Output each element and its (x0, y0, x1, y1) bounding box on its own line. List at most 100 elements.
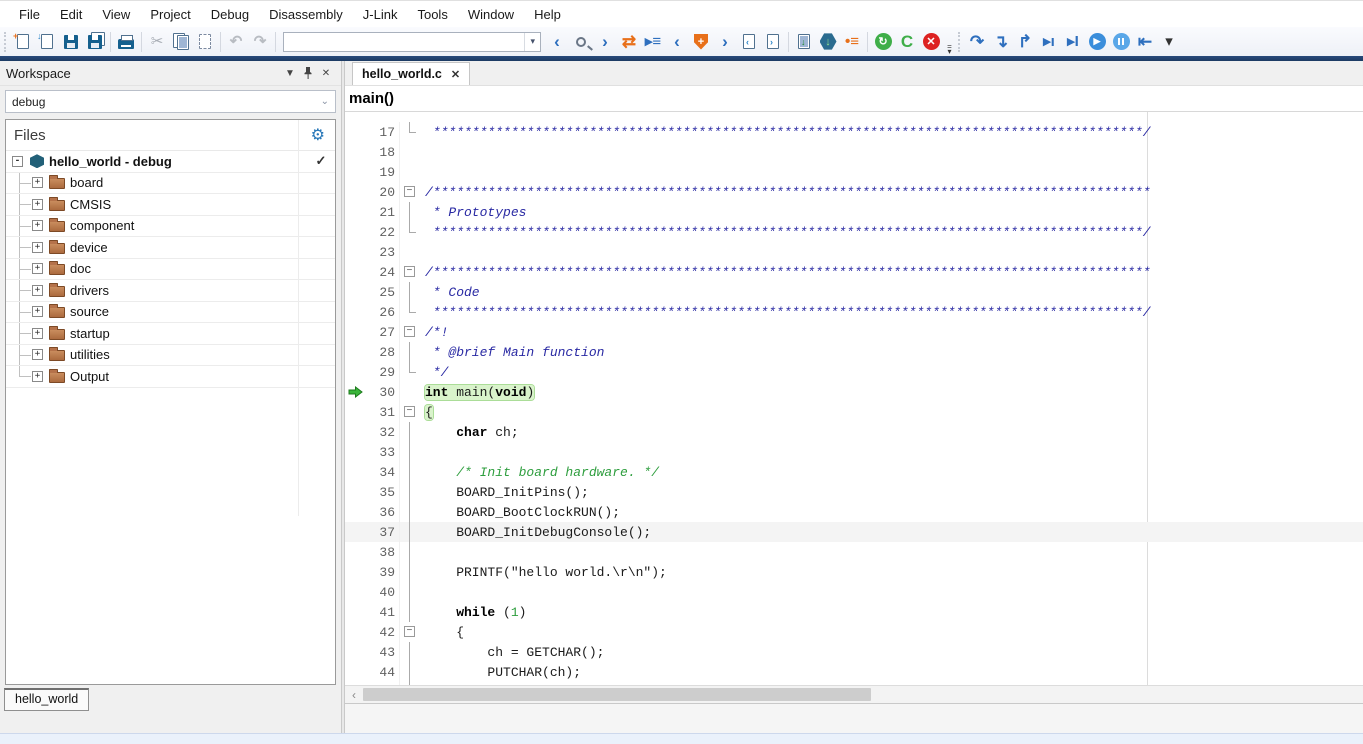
menu-j-link[interactable]: J-Link (354, 4, 407, 25)
breakpoint-margin[interactable] (345, 262, 365, 282)
fold-margin[interactable] (399, 202, 421, 222)
breakpoint-margin[interactable] (345, 162, 365, 182)
tree-row-source[interactable]: +source (6, 302, 335, 324)
fold-margin[interactable] (399, 442, 421, 462)
fold-margin[interactable] (399, 382, 421, 402)
tree-expand-icon[interactable]: + (32, 177, 43, 188)
tree-expand-icon[interactable]: + (32, 349, 43, 360)
fold-margin[interactable]: − (399, 182, 421, 202)
navigate-forward-icon[interactable]: › (593, 30, 617, 54)
fold-margin[interactable]: − (399, 262, 421, 282)
panel-close-icon[interactable]: ✕ (317, 65, 335, 81)
breakpoint-margin[interactable] (345, 142, 365, 162)
make-icon[interactable]: ↻ (871, 30, 895, 54)
breakpoint-margin[interactable] (345, 342, 365, 362)
fold-margin[interactable] (399, 662, 421, 682)
breakpoint-margin[interactable] (345, 422, 365, 442)
fold-margin[interactable] (399, 502, 421, 522)
fold-margin[interactable] (399, 122, 421, 142)
gear-icon[interactable]: ⚙ (311, 125, 335, 145)
previous-bookmark-icon[interactable]: ‹ (665, 30, 689, 54)
code-editor[interactable]: 17 *************************************… (345, 112, 1363, 685)
menu-project[interactable]: Project (141, 4, 199, 25)
fold-margin[interactable] (399, 582, 421, 602)
fold-margin[interactable] (399, 342, 421, 362)
breakpoint-margin[interactable] (345, 642, 365, 662)
call-stack-list-icon[interactable]: •≡ (840, 30, 864, 54)
fold-margin[interactable] (399, 482, 421, 502)
open-document-icon[interactable]: ↓ (35, 30, 59, 54)
tree-expand-icon[interactable]: + (32, 199, 43, 210)
fold-margin[interactable]: − (399, 322, 421, 342)
break-pause-icon[interactable] (1109, 30, 1133, 54)
fold-margin[interactable] (399, 362, 421, 382)
horizontal-scrollbar[interactable]: ‹ (345, 685, 1363, 703)
tree-expand-icon[interactable]: + (32, 242, 43, 253)
undo-icon[interactable]: ↶ (224, 30, 248, 54)
cut-icon[interactable]: ✂ (145, 30, 169, 54)
next-document-icon[interactable]: › (761, 30, 785, 54)
fold-margin[interactable] (399, 542, 421, 562)
menu-window[interactable]: Window (459, 4, 523, 25)
tree-row-utilities[interactable]: +utilities (6, 345, 335, 367)
breakpoint-margin[interactable] (345, 122, 365, 142)
tree-row-project[interactable]: -hello_world - debug✓ (6, 151, 335, 173)
workspace-tab-hello-world[interactable]: hello_world (4, 688, 89, 711)
tree-row-doc[interactable]: +doc (6, 259, 335, 281)
toolbar-overflow-icon[interactable]: =▾ (943, 30, 956, 54)
breakpoint-margin[interactable] (345, 482, 365, 502)
breakpoint-margin[interactable] (345, 662, 365, 682)
download-and-debug-icon[interactable]: ↓ (816, 30, 840, 54)
step-over-icon[interactable]: ↷ (965, 30, 989, 54)
menu-tools[interactable]: Tools (408, 4, 456, 25)
fold-margin[interactable] (399, 162, 421, 182)
editor-tab-hello-world-c[interactable]: hello_world.c ✕ (352, 62, 470, 85)
tree-row-device[interactable]: +device (6, 237, 335, 259)
paste-icon[interactable] (193, 30, 217, 54)
tree-expand-icon[interactable]: + (32, 220, 43, 231)
tree-row-output[interactable]: +Output (6, 366, 335, 388)
breakpoint-margin[interactable] (345, 182, 365, 202)
menu-disassembly[interactable]: Disassembly (260, 4, 352, 25)
breakpoint-margin[interactable] (345, 602, 365, 622)
next-statement-icon[interactable]: ▸ı (1037, 30, 1061, 54)
breakpoint-margin[interactable] (345, 562, 365, 582)
menu-edit[interactable]: Edit (51, 4, 91, 25)
fold-collapse-icon[interactable]: − (404, 626, 415, 637)
tree-row-component[interactable]: +component (6, 216, 335, 238)
fold-margin[interactable] (399, 302, 421, 322)
breakpoint-margin[interactable] (345, 542, 365, 562)
panel-dropdown-icon[interactable]: ▼ (281, 65, 299, 81)
breakpoint-margin[interactable] (345, 282, 365, 302)
panel-pin-icon[interactable] (299, 65, 317, 81)
find-combobox[interactable]: ▾ (283, 32, 541, 52)
tree-collapse-icon[interactable]: - (12, 156, 23, 167)
function-selector[interactable]: main() (345, 86, 1363, 112)
tree-expand-icon[interactable]: + (32, 328, 43, 339)
fold-collapse-icon[interactable]: − (404, 266, 415, 277)
breakpoint-margin[interactable] (345, 362, 365, 382)
fold-margin[interactable] (399, 142, 421, 162)
toggle-breakpoint-shield-icon[interactable]: + (689, 30, 713, 54)
navigate-backward-icon[interactable]: ‹ (545, 30, 569, 54)
fold-margin[interactable] (399, 282, 421, 302)
redo-icon[interactable]: ↷ (248, 30, 272, 54)
go-run-icon[interactable]: ▶ (1085, 30, 1109, 54)
step-into-icon[interactable]: ↴ (989, 30, 1013, 54)
menu-debug[interactable]: Debug (202, 4, 258, 25)
breakpoint-margin[interactable] (345, 502, 365, 522)
tree-row-cmsis[interactable]: +CMSIS (6, 194, 335, 216)
menu-help[interactable]: Help (525, 4, 570, 25)
find-icon[interactable] (569, 30, 593, 54)
tree-expand-icon[interactable]: + (32, 263, 43, 274)
fold-collapse-icon[interactable]: − (404, 406, 415, 417)
build-config-selector[interactable]: debug ⌄ (5, 90, 336, 113)
fold-margin[interactable] (399, 562, 421, 582)
breakpoint-margin[interactable] (345, 202, 365, 222)
breakpoint-margin[interactable] (345, 302, 365, 322)
tree-expand-icon[interactable]: + (32, 306, 43, 317)
download-file-icon[interactable]: ↓ (792, 30, 816, 54)
fold-margin[interactable]: − (399, 402, 421, 422)
fold-collapse-icon[interactable]: − (404, 326, 415, 337)
breakpoint-margin[interactable] (345, 522, 365, 542)
